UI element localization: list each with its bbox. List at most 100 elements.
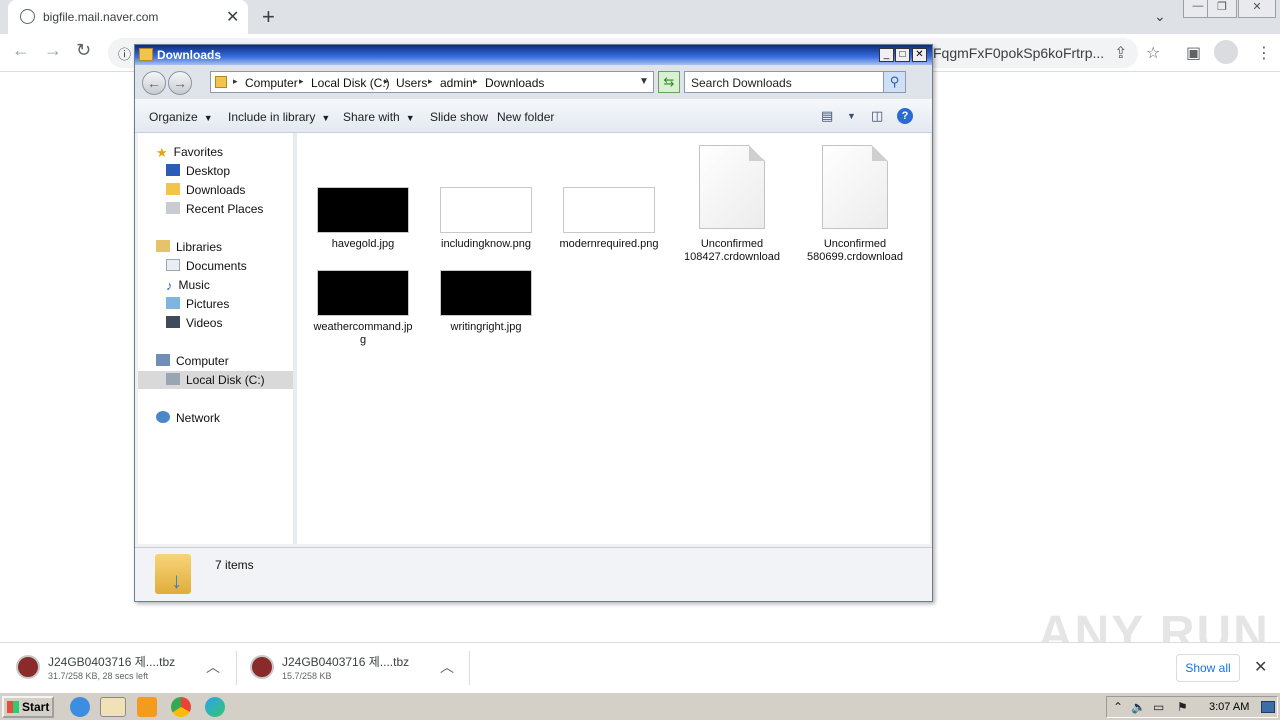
file-list: havegold.jpg includingknow.png modernreq… bbox=[297, 133, 930, 544]
view-dropdown-icon[interactable]: ▼ bbox=[847, 111, 856, 121]
nav-documents[interactable]: Documents bbox=[166, 259, 247, 273]
folder-icon bbox=[215, 76, 227, 88]
breadcrumb-local-disk[interactable]: Local Disk (C:) bbox=[311, 76, 390, 90]
system-tray: ⌃ 🔈 ▭ ⚑ 3:07 AM bbox=[1106, 696, 1278, 718]
organize-button[interactable]: Organize ▼ bbox=[149, 110, 213, 124]
search-icon[interactable]: ⚲ bbox=[883, 72, 905, 92]
file-item[interactable]: Unconfirmed 580699.crdownload bbox=[805, 145, 905, 275]
explorer-taskbar-icon[interactable] bbox=[100, 697, 126, 717]
explorer-title-bar[interactable]: Downloads _ □ ✕ bbox=[135, 45, 932, 65]
close-shelf-icon[interactable]: ✕ bbox=[1254, 657, 1267, 677]
tab-strip: bigfile.mail.naver.com ✕ + ⌄ — ❐ ✕ bbox=[0, 0, 1280, 34]
star-icon: ★ bbox=[156, 145, 168, 160]
close-window-icon[interactable]: ✕ bbox=[1238, 0, 1276, 18]
help-icon[interactable]: ? bbox=[897, 108, 913, 124]
breadcrumb-admin[interactable]: admin bbox=[440, 76, 473, 90]
show-hidden-icons-icon[interactable]: ⌃ bbox=[1113, 700, 1123, 714]
nav-computer[interactable]: Computer bbox=[156, 354, 229, 368]
action-center-flag-icon[interactable]: ⚑ bbox=[1177, 700, 1188, 714]
search-input[interactable]: Search Downloads ⚲ bbox=[684, 71, 906, 93]
archive-file-icon bbox=[16, 655, 40, 679]
new-folder-button[interactable]: New folder bbox=[497, 110, 554, 124]
taskbar: Start ⌃ 🔈 ▭ ⚑ 3:07 AM bbox=[0, 692, 1280, 720]
command-bar: Organize ▼ Include in library ▼ Share with… bbox=[135, 99, 932, 133]
file-name: Unconfirmed 580699.crdownload bbox=[806, 238, 904, 263]
close-icon[interactable]: ✕ bbox=[912, 48, 927, 62]
new-tab-button[interactable]: + bbox=[262, 4, 275, 30]
share-icon[interactable]: ⇪ bbox=[1114, 43, 1127, 63]
menu-icon[interactable]: ⋮ bbox=[1256, 43, 1272, 63]
reload-icon[interactable]: ↻ bbox=[76, 40, 91, 61]
documents-icon bbox=[166, 259, 180, 271]
nav-desktop[interactable]: Desktop bbox=[166, 164, 230, 178]
nav-downloads[interactable]: Downloads bbox=[166, 183, 245, 197]
clock[interactable]: 3:07 AM bbox=[1209, 701, 1249, 713]
bookmark-star-icon[interactable]: ☆ bbox=[1146, 43, 1160, 63]
preview-pane-icon[interactable]: ◫ bbox=[871, 108, 883, 124]
nav-music[interactable]: ♪ Music bbox=[166, 278, 210, 293]
downloads-folder-icon bbox=[166, 183, 180, 195]
divider bbox=[469, 651, 470, 685]
nav-local-disk[interactable]: Local Disk (C:) bbox=[138, 371, 295, 389]
download-name: J24GB0403716 제....tbz bbox=[282, 655, 410, 669]
close-tab-button[interactable]: ✕ bbox=[226, 7, 239, 27]
side-panel-icon[interactable]: ▣ bbox=[1186, 43, 1201, 63]
breadcrumb-computer[interactable]: Computer bbox=[245, 76, 298, 90]
share-with-button[interactable]: Share with ▼ bbox=[343, 110, 415, 124]
chevron-up-icon[interactable]: ︿ bbox=[206, 657, 220, 677]
download-status: 31.7/258 KB, 28 secs left bbox=[48, 671, 149, 681]
restore-icon[interactable]: ❐ bbox=[1207, 0, 1237, 18]
nav-pictures[interactable]: Pictures bbox=[166, 297, 229, 311]
nav-videos[interactable]: Videos bbox=[166, 316, 222, 330]
forward-arrow-icon[interactable]: → bbox=[44, 40, 62, 61]
tab-search-icon[interactable]: ⌄ bbox=[1154, 8, 1166, 25]
network-tray-icon[interactable]: ▭ bbox=[1153, 700, 1164, 714]
file-item[interactable]: Unconfirmed 108427.crdownload bbox=[682, 145, 782, 275]
minimize-icon[interactable]: _ bbox=[879, 48, 894, 62]
chevron-up-icon[interactable]: ︿ bbox=[440, 657, 454, 677]
refresh-icon[interactable]: ⇆ bbox=[658, 71, 680, 93]
breadcrumb-downloads[interactable]: Downloads bbox=[485, 76, 544, 90]
show-all-button[interactable]: Show all bbox=[1176, 654, 1240, 682]
file-item[interactable]: modernrequired.png bbox=[559, 187, 659, 267]
volume-icon[interactable]: 🔈 bbox=[1131, 700, 1146, 714]
internet-explorer-icon[interactable] bbox=[70, 697, 90, 717]
file-item[interactable]: includingknow.png bbox=[436, 187, 536, 267]
folder-icon bbox=[139, 48, 153, 61]
nav-libraries[interactable]: Libraries bbox=[156, 240, 222, 254]
nav-favorites[interactable]: ★ Favorites bbox=[156, 145, 223, 160]
change-view-icon[interactable]: ▤ bbox=[821, 108, 833, 124]
slide-show-button[interactable]: Slide show bbox=[430, 110, 488, 124]
download-item[interactable]: J24GB0403716 제....tbz 31.7/258 KB, 28 se… bbox=[0, 643, 234, 693]
drive-icon bbox=[166, 373, 180, 385]
download-item[interactable]: J24GB0403716 제....tbz 15.7/258 KB ︿ bbox=[234, 643, 468, 693]
item-count: 7 items bbox=[215, 558, 254, 572]
file-item[interactable]: weathercommand.jpg bbox=[313, 270, 413, 350]
info-icon[interactable]: ⓘ bbox=[118, 44, 131, 63]
image-thumbnail bbox=[317, 187, 409, 233]
image-thumbnail bbox=[317, 270, 409, 316]
browser-tab[interactable]: bigfile.mail.naver.com ✕ bbox=[8, 0, 248, 34]
show-desktop-icon[interactable] bbox=[1261, 701, 1275, 713]
chrome-icon[interactable] bbox=[171, 697, 191, 717]
include-in-library-button[interactable]: Include in library ▼ bbox=[228, 110, 330, 124]
file-item[interactable]: writingright.jpg bbox=[436, 270, 536, 350]
breadcrumb[interactable]: ▸ Computer ▸ Local Disk (C:) ▸ Users ▸ a… bbox=[210, 71, 654, 93]
nav-network[interactable]: Network bbox=[156, 411, 220, 425]
history-dropdown-icon[interactable]: ▼ bbox=[639, 76, 649, 87]
maximize-icon[interactable]: □ bbox=[895, 48, 910, 62]
nav-recent-places[interactable]: Recent Places bbox=[166, 202, 263, 216]
videos-icon bbox=[166, 316, 180, 328]
start-button[interactable]: Start bbox=[2, 696, 54, 718]
back-button[interactable]: ← bbox=[142, 71, 166, 95]
document-icon bbox=[699, 145, 765, 229]
forward-button[interactable]: → bbox=[168, 71, 192, 95]
file-name: includingknow.png bbox=[441, 238, 531, 250]
edge-icon[interactable] bbox=[205, 697, 225, 717]
back-arrow-icon[interactable]: ← bbox=[12, 40, 30, 61]
file-item[interactable]: havegold.jpg bbox=[313, 187, 413, 267]
breadcrumb-users[interactable]: Users bbox=[396, 76, 427, 90]
profile-avatar[interactable] bbox=[1214, 40, 1238, 64]
media-player-icon[interactable] bbox=[137, 697, 157, 717]
image-thumbnail bbox=[563, 187, 655, 233]
